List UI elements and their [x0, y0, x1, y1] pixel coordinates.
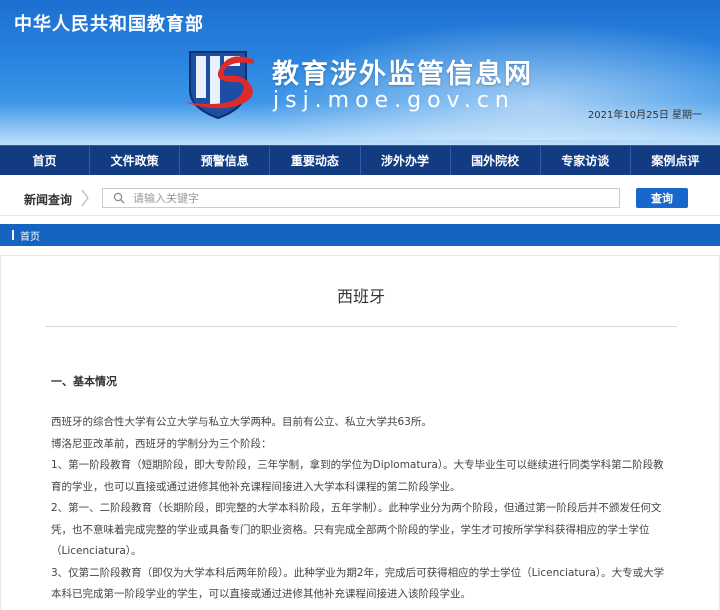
chevron-right-icon — [81, 189, 89, 207]
nav-item-news[interactable]: 重要动态 — [270, 146, 361, 175]
title-divider — [45, 326, 677, 327]
nav-item-foreign-institutions[interactable]: 国外院校 — [451, 146, 541, 175]
nav-item-policy[interactable]: 文件政策 — [90, 146, 181, 175]
article-paragraph: 1、第一阶段教育（短期阶段，即大专阶段，三年学制，拿到的学位为Diplomatu… — [51, 459, 664, 493]
site-domain: jsj.moe.gov.cn — [273, 88, 515, 113]
search-bar: 新闻查询 查询 — [0, 180, 720, 216]
nav-item-warnings[interactable]: 预警信息 — [180, 146, 271, 175]
search-icon — [113, 192, 125, 204]
nav-item-home[interactable]: 首页 — [0, 146, 91, 175]
article-paragraph: 2、第一、二阶段教育（长期阶段，即完整的大学本科阶段，五年学制）。此种学业分为两… — [51, 502, 662, 557]
article-title: 西班牙 — [336, 287, 385, 306]
article-container: 西班牙 一、基本情况 西班牙的综合性大学有公立大学与私立大学两种。目前有公立、私… — [0, 255, 720, 610]
ministry-name[interactable]: 中华人民共和国教育部 — [14, 10, 204, 36]
article-body: 西班牙的综合性大学有公立大学与私立大学两种。目前有公立、私立大学共63所。 博洛… — [51, 412, 671, 606]
nav-item-foreign-schools-run[interactable]: 涉外办学 — [361, 146, 451, 175]
search-field — [102, 188, 620, 208]
search-label: 新闻查询 — [24, 193, 73, 207]
article-paragraph: 博洛尼亚改革前，西班牙的学制分为三个阶段： — [51, 437, 272, 450]
search-input[interactable] — [133, 189, 613, 207]
breadcrumb: 首页 — [0, 224, 720, 246]
article-paragraph: 西班牙的综合性大学有公立大学与私立大学两种。目前有公立、私立大学共63所。 — [51, 416, 432, 428]
breadcrumb-home[interactable]: 首页 — [20, 228, 40, 243]
breadcrumb-marker — [12, 230, 14, 240]
search-button[interactable]: 查询 — [636, 188, 688, 208]
section-heading: 一、基本情况 — [51, 375, 117, 388]
article-paragraph: 3、仅第二阶段教育（即仅为大学本科后两年阶段）。此种学业为期2年，完成后可获得相… — [51, 566, 665, 601]
nav-item-interviews[interactable]: 专家访谈 — [541, 146, 631, 175]
jsj-logo-icon[interactable] — [180, 46, 260, 120]
main-nav: 首页 文件政策 预警信息 重要动态 涉外办学 国外院校 专家访谈 案例点评 — [0, 145, 720, 175]
current-date: 2021年10月25日 星期一 — [587, 110, 702, 121]
nav-item-cases[interactable]: 案例点评 — [631, 146, 720, 175]
site-name[interactable]: 教育涉外监管信息网 — [272, 52, 533, 91]
header-banner: 中华人民共和国教育部 教育涉外监管信息网 jsj.moe.gov.cn 2021… — [0, 0, 720, 145]
